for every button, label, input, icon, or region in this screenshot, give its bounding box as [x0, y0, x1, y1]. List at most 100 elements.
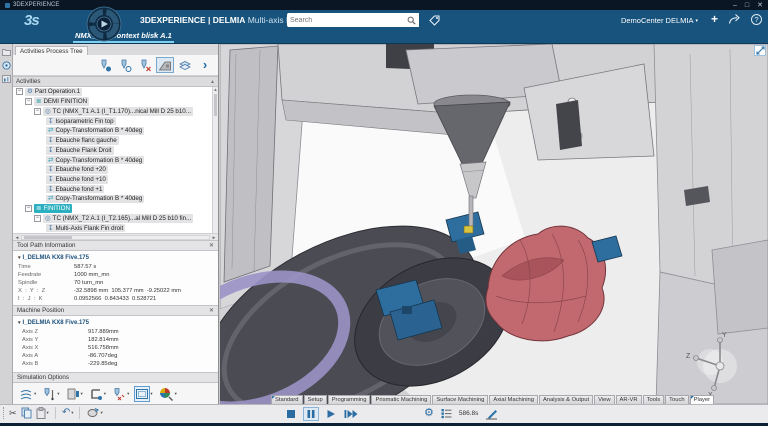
- search-input[interactable]: [290, 17, 407, 24]
- scroll-left-icon[interactable]: ◄: [13, 235, 21, 240]
- scroll-up-icon[interactable]: ▲: [213, 87, 217, 92]
- expand-toolbar-chevron[interactable]: ›: [196, 57, 214, 73]
- tool-option-2-button[interactable]: [116, 57, 134, 73]
- caret-down-icon: ▾: [34, 391, 36, 397]
- tab-player[interactable]: Player: [690, 395, 714, 404]
- tree-item-operation[interactable]: ↧Ebauche fond +20: [43, 165, 212, 175]
- tab-axial-machining[interactable]: Axial Machining: [489, 395, 538, 404]
- cutting-tool: [469, 196, 473, 227]
- frame-display-button[interactable]: ▾: [135, 387, 152, 401]
- stop-button[interactable]: [283, 407, 299, 421]
- search-icon[interactable]: [407, 16, 416, 25]
- tree-item-operation[interactable]: ⇄Copy-Transformation B * 40deg: [43, 194, 212, 204]
- operation-icon: ↧: [48, 225, 53, 232]
- help-button[interactable]: ?: [751, 14, 762, 25]
- tool-animation-button[interactable]: ▾: [42, 387, 59, 401]
- pause-button[interactable]: [303, 407, 319, 421]
- tag-icon[interactable]: [428, 14, 441, 27]
- toolbar-grip[interactable]: [3, 407, 4, 419]
- tree-item-operation[interactable]: ↧Ebauche fond +1: [43, 184, 212, 194]
- toolpath-display-button[interactable]: ▾: [19, 387, 36, 401]
- tree-item-operation[interactable]: ↧Multi-Axis Flank Fin droit: [43, 223, 212, 233]
- tab-surface-machining[interactable]: Surface Machining: [432, 395, 488, 404]
- edit-time-icon[interactable]: [485, 408, 498, 420]
- update-button[interactable]: ▾: [86, 407, 102, 419]
- search-box[interactable]: [287, 13, 419, 27]
- simulation-options-header[interactable]: Simulation Options: [13, 372, 218, 383]
- machine-display-button[interactable]: [156, 57, 174, 73]
- tab-activities-process-tree[interactable]: Activities Process Tree: [15, 46, 88, 55]
- material-removal-button[interactable]: ▾: [159, 387, 177, 401]
- tab-view[interactable]: View: [594, 395, 614, 404]
- tree-item-finition-selected[interactable]: − ≣FINITION: [22, 204, 212, 214]
- tree-horizontal-scrollbar[interactable]: ◄ ►: [13, 233, 218, 240]
- tool-option-1-button[interactable]: [96, 57, 114, 73]
- play-button[interactable]: [323, 407, 339, 421]
- folder-icon[interactable]: [2, 48, 11, 56]
- 3dexperience-compass[interactable]: [86, 6, 122, 42]
- tree-item-operation[interactable]: ⇄Copy-Transformation B * 40deg: [43, 126, 212, 136]
- caret-down-icon[interactable]: ▾: [18, 320, 21, 326]
- tree-item-operation[interactable]: ↧Isoparametric Fin top: [43, 116, 212, 126]
- tab-ar-vr[interactable]: AR-VR: [616, 395, 642, 404]
- minimize-button[interactable]: –: [733, 2, 737, 9]
- tab-touch[interactable]: Touch: [665, 395, 688, 404]
- tree-item-tool-change-2[interactable]: − ◎TC (NMX_T2 A.1 (I_T2.165)...al Mill D…: [31, 214, 212, 224]
- tree-item-operation[interactable]: ↧Ebauche flanc gauche: [43, 136, 212, 146]
- user-menu[interactable]: DemoCenter DELMIA ▾: [621, 16, 698, 25]
- tree-item-tool-change-1[interactable]: − ◎TC (NMX_T1 A.1 (I_T1.170)...nical Mil…: [31, 106, 212, 116]
- scrollbar-thumb[interactable]: [214, 94, 217, 116]
- scroll-up-icon[interactable]: ▲: [210, 79, 215, 85]
- add-content-button[interactable]: +: [711, 13, 718, 25]
- caret-down-icon[interactable]: ▾: [18, 255, 21, 261]
- fixture-display-button[interactable]: ▾: [89, 387, 106, 401]
- part-operation-icon: ⚙: [27, 88, 33, 95]
- process-list-icon[interactable]: [441, 408, 452, 419]
- dashboard-icon[interactable]: [2, 75, 11, 83]
- copy-button[interactable]: [21, 407, 32, 419]
- collapse-toggle[interactable]: −: [34, 108, 41, 115]
- tree-item-part-operation[interactable]: − ⚙Part Operation.1: [13, 87, 212, 97]
- scrollbar-thumb[interactable]: [24, 236, 72, 239]
- paste-button[interactable]: ▾: [36, 407, 49, 419]
- collapse-toggle[interactable]: −: [25, 98, 32, 105]
- close-icon[interactable]: ✕: [209, 242, 214, 249]
- 3d-viewport[interactable]: Y Z X: [220, 44, 768, 404]
- collision-detection-button[interactable]: ▾: [112, 387, 129, 401]
- tab-tools[interactable]: Tools: [643, 395, 665, 404]
- collapse-toggle[interactable]: −: [16, 88, 23, 95]
- tree-item-operation[interactable]: ↧Ebauche Flank Droit: [43, 145, 212, 155]
- share-icon[interactable]: [728, 13, 741, 25]
- machine-panel-button[interactable]: ▾: [66, 387, 83, 401]
- expand-viewport-button[interactable]: [754, 45, 766, 56]
- undo-button[interactable]: ↶ ▾: [62, 407, 74, 419]
- collapse-toggle[interactable]: −: [34, 215, 41, 222]
- fast-forward-button[interactable]: [343, 407, 359, 421]
- machine-position-body: ▾ I_DELMIA KX8 Five.175 Axis Z917.889mm …: [13, 316, 218, 372]
- tree-vertical-scrollbar[interactable]: ▲: [212, 87, 218, 233]
- app-logo-icon: [5, 3, 10, 8]
- collapse-toggle[interactable]: −: [25, 205, 32, 212]
- compass-mini-icon[interactable]: [2, 61, 11, 70]
- player-settings-gear-icon[interactable]: ⚙: [424, 407, 434, 420]
- machine-position-header[interactable]: Machine Position ✕: [13, 305, 218, 316]
- tool-remove-button[interactable]: [136, 57, 154, 73]
- close-icon[interactable]: ✕: [209, 307, 214, 314]
- tree-item-operation[interactable]: ⇄Copy-Transformation B * 40deg: [43, 155, 212, 165]
- operation-icon: ↧: [48, 118, 53, 125]
- tab-prismatic-machining[interactable]: Prismatic Machining: [371, 395, 431, 404]
- maximize-button[interactable]: □: [745, 2, 749, 9]
- tab-analysis-output[interactable]: Analysis & Output: [539, 395, 593, 404]
- tree-item-operation[interactable]: ↧Ebauche fond +10: [43, 175, 212, 185]
- tool-path-info-header[interactable]: Tool Path Information ✕: [13, 240, 218, 251]
- tab-programming[interactable]: Programming: [328, 395, 371, 404]
- cut-button[interactable]: ✂: [9, 408, 17, 419]
- new-document-tab-button[interactable]: +: [152, 31, 157, 40]
- tree-item-demi-finition[interactable]: − ≣DEMI FINITION: [22, 97, 212, 107]
- scroll-right-icon[interactable]: ►: [210, 235, 218, 240]
- layers-button[interactable]: [176, 57, 194, 73]
- tab-setup[interactable]: Setup: [304, 395, 327, 404]
- 3ds-logo: 3s: [24, 12, 39, 29]
- close-button[interactable]: ✕: [757, 2, 763, 9]
- tab-standard[interactable]: Standard: [271, 395, 303, 404]
